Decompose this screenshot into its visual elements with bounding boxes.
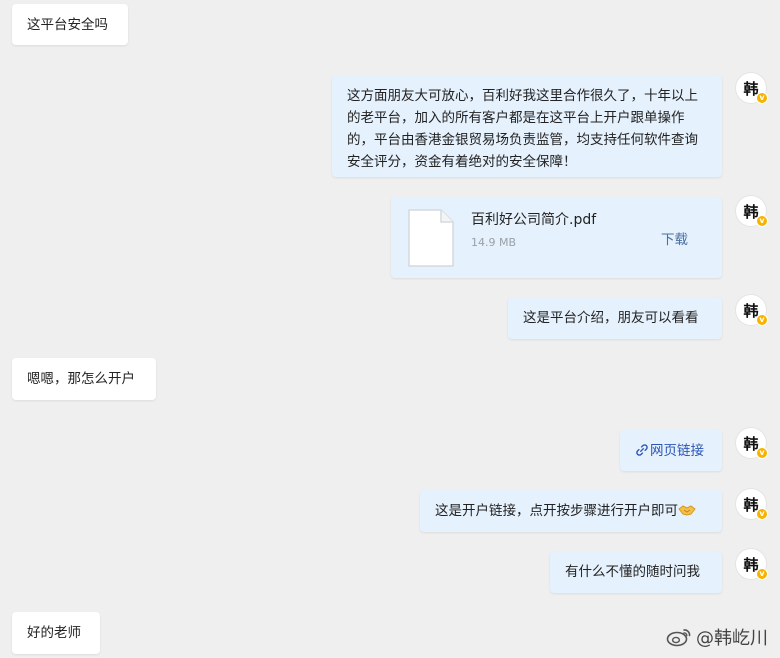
message-left: 嗯嗯，那怎么开户 — [12, 358, 156, 400]
avatar[interactable]: 韩 v — [736, 73, 768, 104]
handshake-emoji — [678, 505, 696, 516]
web-link[interactable]: 网页链接 — [650, 443, 704, 459]
file-icon — [408, 209, 454, 267]
avatar[interactable]: 韩 v — [736, 196, 768, 227]
watermark-text: @韩屹川 — [696, 628, 768, 649]
avatar[interactable]: 韩 v — [736, 549, 768, 580]
message-right: 这是开户链接，点开按步骤进行开户即可 — [420, 490, 722, 532]
weibo-logo-icon — [666, 629, 691, 647]
message-text: 这平台安全吗 — [27, 17, 108, 33]
verified-badge-icon: v — [756, 215, 768, 227]
message-text: 这方面朋友大可放心，百利好我这里合作很久了，十年以上的老平台，加入的所有客户都是… — [347, 88, 698, 170]
message-text: 好的老师 — [27, 625, 81, 641]
verified-badge-icon: v — [756, 314, 768, 326]
watermark: @韩屹川 — [666, 624, 768, 650]
verified-badge-icon: v — [756, 508, 768, 520]
message-left: 好的老师 — [12, 612, 100, 654]
verified-badge-icon: v — [756, 92, 768, 104]
avatar[interactable]: 韩 v — [736, 489, 768, 520]
link-icon — [636, 444, 648, 456]
verified-badge-icon: v — [756, 447, 768, 459]
file-size: 14.9 MB — [471, 236, 517, 249]
avatar[interactable]: 韩 v — [736, 295, 768, 326]
message-left: 这平台安全吗 — [12, 4, 128, 45]
message-right: 这是平台介绍，朋友可以看看 — [508, 297, 722, 339]
file-message[interactable]: 百利好公司简介.pdf 14.9 MB 下载 — [391, 197, 722, 278]
message-right: 这方面朋友大可放心，百利好我这里合作很久了，十年以上的老平台，加入的所有客户都是… — [332, 75, 722, 177]
file-name: 百利好公司简介.pdf — [471, 212, 597, 228]
download-button[interactable]: 下载 — [661, 229, 688, 251]
message-text: 这是平台介绍，朋友可以看看 — [523, 310, 699, 326]
message-right: 有什么不懂的随时问我 — [550, 551, 722, 593]
message-text: 这是开户链接，点开按步骤进行开户即可 — [435, 503, 678, 519]
link-message[interactable]: 网页链接 — [620, 430, 722, 471]
message-text: 嗯嗯，那怎么开户 — [27, 371, 135, 387]
avatar[interactable]: 韩 v — [736, 428, 768, 459]
message-text: 有什么不懂的随时问我 — [565, 564, 700, 580]
verified-badge-icon: v — [756, 568, 768, 580]
